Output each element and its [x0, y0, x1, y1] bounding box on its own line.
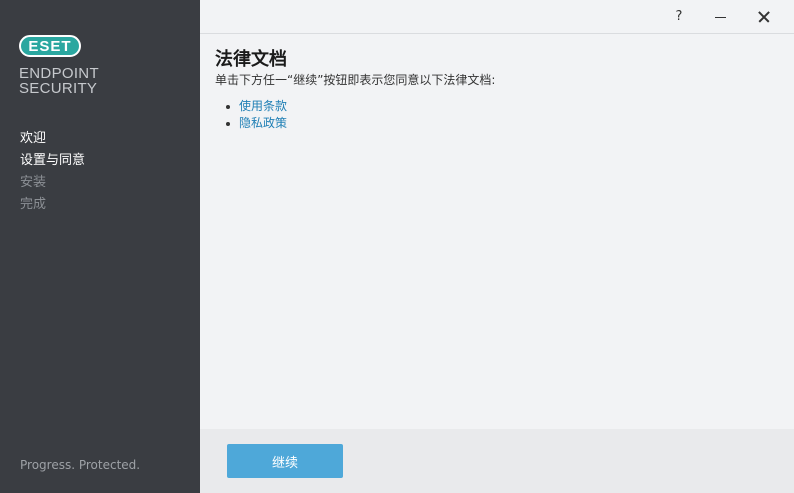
help-button[interactable]: ?: [666, 6, 692, 28]
install-steps: 欢迎 设置与同意 安装 完成: [20, 128, 85, 216]
eset-logo-badge: ESET: [19, 35, 81, 57]
eset-logo: ESET ENDPOINT SECURITY: [19, 35, 99, 96]
page-title: 法律文档: [215, 49, 287, 70]
page-description: 单击下方任一“继续”按钮即表示您同意以下法律文档:: [215, 73, 496, 87]
continue-button[interactable]: 继续: [227, 444, 343, 478]
product-name-line1: ENDPOINT: [19, 65, 99, 82]
titlebar: ?: [200, 0, 794, 34]
minimize-icon[interactable]: [707, 6, 733, 28]
list-item: 使用条款: [225, 98, 775, 115]
sidebar: ESET ENDPOINT SECURITY 欢迎 设置与同意 安装 完成 Pr…: [0, 0, 200, 493]
footer: 继续: [200, 429, 794, 493]
product-name: ENDPOINT SECURITY: [19, 66, 99, 96]
product-name-line2: SECURITY: [19, 80, 98, 97]
close-icon[interactable]: [751, 6, 777, 28]
list-item: 隐私政策: [225, 115, 775, 132]
step-welcome: 欢迎: [20, 131, 47, 146]
step-finish: 完成: [20, 197, 47, 212]
step-setup-consent: 设置与同意: [20, 153, 86, 168]
terms-of-use-link[interactable]: 使用条款: [239, 99, 287, 113]
step-install: 安装: [20, 175, 47, 190]
tagline: Progress. Protected.: [20, 458, 141, 472]
eset-logo-text: ESET: [28, 38, 72, 55]
legal-document-list: 使用条款 隐私政策: [225, 98, 775, 132]
main-content: 法律文档 单击下方任一“继续”按钮即表示您同意以下法律文档: 使用条款 隐私政策: [215, 48, 775, 132]
privacy-policy-link[interactable]: 隐私政策: [239, 116, 287, 130]
